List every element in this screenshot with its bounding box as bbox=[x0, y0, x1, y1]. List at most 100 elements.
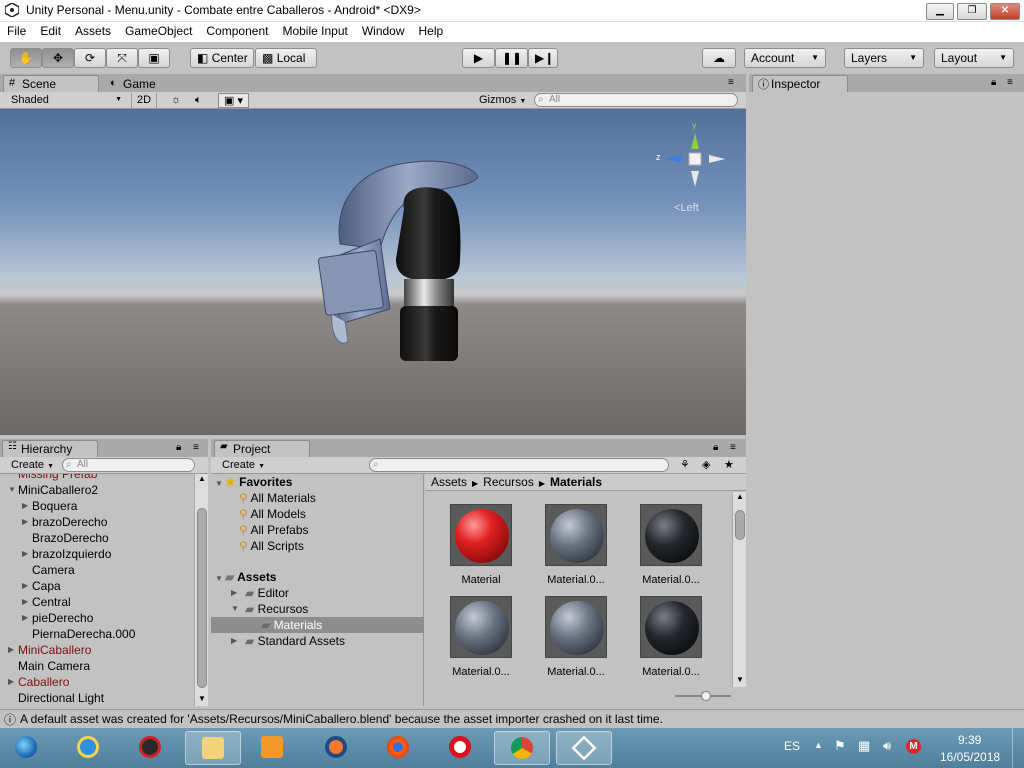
menu-mobile-input[interactable]: Mobile Input bbox=[275, 22, 354, 42]
breadcrumb-item[interactable]: Materials bbox=[550, 475, 602, 489]
clock-date[interactable]: 16/05/2018 bbox=[940, 750, 1000, 764]
folder-item[interactable]: ▶ ▰ Editor bbox=[211, 585, 424, 601]
lighting-toggle-icon[interactable]: ☼ bbox=[166, 93, 186, 108]
opera-icon[interactable] bbox=[440, 731, 480, 765]
hierarchy-item[interactable]: ▶ Boquera bbox=[0, 498, 194, 514]
material-thumbnail[interactable] bbox=[545, 504, 607, 566]
hierarchy-item[interactable]: Main Camera bbox=[0, 658, 194, 674]
action-center-flag-icon[interactable]: ⚑ bbox=[834, 738, 846, 754]
favorite-item[interactable]: ⚲ All Materials bbox=[211, 490, 424, 506]
favorite-item[interactable]: ⚲ All Models bbox=[211, 506, 424, 522]
rect-tool-button[interactable]: ▣ bbox=[138, 48, 170, 68]
material-thumbnail[interactable] bbox=[545, 596, 607, 658]
menu-window[interactable]: Window bbox=[355, 22, 412, 42]
scroll-down-icon[interactable]: ▼ bbox=[736, 675, 744, 684]
menu-file[interactable]: File bbox=[0, 22, 33, 42]
hierarchy-item[interactable]: Camera bbox=[0, 562, 194, 578]
scene-search-input[interactable]: ⌕ All bbox=[534, 93, 738, 107]
show-hidden-icons-icon[interactable]: ▲ bbox=[814, 740, 823, 750]
mega-tray-icon[interactable]: M bbox=[906, 739, 921, 754]
hierarchy-item[interactable]: Missing Prefab bbox=[0, 474, 194, 482]
volume-icon[interactable]: 🔊︎ bbox=[883, 738, 891, 754]
hierarchy-item[interactable]: ▶ brazoDerecho bbox=[0, 514, 194, 530]
close-button[interactable]: ✕ bbox=[990, 3, 1020, 20]
start-button[interactable] bbox=[6, 731, 46, 765]
scroll-up-icon[interactable]: ▲ bbox=[198, 474, 206, 483]
menu-gameobject[interactable]: GameObject bbox=[118, 22, 199, 42]
pivot-center-button[interactable]: ◧ Center bbox=[190, 48, 254, 68]
minimize-button[interactable]: ▁ bbox=[926, 3, 954, 20]
expand-arrow-icon[interactable]: ▶ bbox=[231, 633, 241, 649]
space-local-button[interactable]: ▩ Local bbox=[255, 48, 317, 68]
hierarchy-item[interactable]: ▶ Central bbox=[0, 594, 194, 610]
step-button[interactable]: ▶❙ bbox=[528, 48, 558, 68]
status-bar[interactable]: ⓘ A default asset was created for 'Asset… bbox=[0, 709, 1024, 728]
tab-inspector[interactable]: ⓘ Inspector bbox=[752, 75, 848, 92]
hierarchy-item[interactable]: ▼ MiniCaballero2 bbox=[0, 482, 194, 498]
expand-arrow-icon[interactable]: ▶ bbox=[8, 674, 18, 690]
clock-time[interactable]: 9:39 bbox=[958, 733, 981, 747]
effects-toggle-icon[interactable]: ▣ ▾ bbox=[218, 93, 249, 108]
hierarchy-item[interactable]: ▶ MiniCaballero bbox=[0, 642, 194, 658]
breadcrumb-item[interactable]: Assets bbox=[431, 475, 467, 489]
expand-arrow-icon[interactable]: ▶ bbox=[22, 594, 32, 610]
hierarchy-scroll-thumb[interactable] bbox=[197, 508, 207, 688]
cloud-button[interactable]: ☁ bbox=[702, 48, 736, 68]
hierarchy-item[interactable]: Directional Light bbox=[0, 690, 194, 706]
network-icon[interactable]: ▦ bbox=[858, 738, 870, 754]
language-indicator[interactable]: ES bbox=[784, 739, 800, 753]
hierarchy-item[interactable]: ▶ Caballero bbox=[0, 674, 194, 690]
lock-icon[interactable]: 🔒︎ bbox=[713, 442, 718, 453]
menu-edit[interactable]: Edit bbox=[33, 22, 68, 42]
scroll-up-icon[interactable]: ▲ bbox=[736, 492, 744, 501]
gizmo-view-label[interactable]: <Left bbox=[674, 202, 699, 214]
project-scrollbar[interactable]: ▲ ▼ bbox=[732, 492, 746, 687]
thumbnail-size-slider[interactable] bbox=[675, 691, 735, 701]
show-desktop-button[interactable] bbox=[1012, 728, 1024, 768]
gizmos-dropdown[interactable]: Gizmos ▼ bbox=[474, 93, 531, 108]
material-thumbnail[interactable] bbox=[450, 504, 512, 566]
folder-item[interactable]: ▼ ▰ Recursos bbox=[211, 601, 424, 617]
project-create-dropdown[interactable]: Create ▼ bbox=[217, 458, 270, 473]
maximize-button[interactable]: ❐ bbox=[957, 3, 987, 20]
scale-tool-button[interactable]: ⤧ bbox=[106, 48, 138, 68]
material-thumbnail[interactable] bbox=[640, 504, 702, 566]
hand-tool-button[interactable]: ✋ bbox=[10, 48, 42, 68]
account-dropdown[interactable]: Account ▼ bbox=[744, 48, 826, 68]
lock-icon[interactable]: 🔒︎ bbox=[176, 442, 181, 453]
filter-label-icon[interactable]: ◈ bbox=[697, 458, 715, 473]
expand-arrow-icon[interactable]: ▶ bbox=[8, 642, 18, 658]
expand-arrow-icon[interactable]: ▶ bbox=[231, 585, 241, 601]
tab-hierarchy[interactable]: ☷ Hierarchy bbox=[2, 440, 98, 457]
expand-arrow-icon[interactable]: ▼ bbox=[8, 482, 18, 498]
layers-dropdown[interactable]: Layers ▼ bbox=[844, 48, 924, 68]
hierarchy-item[interactable]: ▶ brazoIzquierdo bbox=[0, 546, 194, 562]
hierarchy-create-dropdown[interactable]: Create ▼ bbox=[6, 458, 59, 473]
favorite-item[interactable]: ⚲ All Prefabs bbox=[211, 522, 424, 538]
hierarchy-scrollbar[interactable]: ▲ ▼ bbox=[194, 474, 208, 706]
folder-item[interactable]: ▶ ▰ Standard Assets bbox=[211, 633, 424, 649]
lock-icon[interactable]: 🔒︎ bbox=[991, 77, 996, 88]
menu-help[interactable]: Help bbox=[412, 22, 451, 42]
project-search-input[interactable]: ⌕ bbox=[369, 458, 669, 472]
menu-assets[interactable]: Assets bbox=[68, 22, 118, 42]
project-scroll-thumb[interactable] bbox=[735, 510, 745, 540]
panel-menu-icon[interactable]: ≡ bbox=[193, 442, 199, 453]
favorite-item[interactable]: ⚲ All Scripts bbox=[211, 538, 424, 554]
play-button[interactable]: ▶ bbox=[462, 48, 495, 68]
panel-menu-icon[interactable]: ≡ bbox=[730, 442, 736, 453]
tab-scene[interactable]: # Scene bbox=[3, 75, 99, 92]
orientation-gizmo[interactable]: y z bbox=[655, 120, 730, 196]
hierarchy-item[interactable]: ▶ pieDerecho bbox=[0, 610, 194, 626]
favorite-star-icon[interactable]: ★ bbox=[719, 458, 739, 473]
tab-project[interactable]: ▰ Project bbox=[214, 440, 310, 457]
menu-component[interactable]: Component bbox=[199, 22, 275, 42]
internet-explorer-icon[interactable] bbox=[68, 731, 108, 765]
app-red-icon[interactable] bbox=[130, 731, 170, 765]
panel-menu-icon[interactable]: ≡ bbox=[1007, 77, 1013, 88]
material-thumbnail[interactable] bbox=[640, 596, 702, 658]
media-player-icon[interactable] bbox=[252, 731, 292, 765]
expand-arrow-icon[interactable]: ▶ bbox=[22, 578, 32, 594]
firefox-icon[interactable] bbox=[378, 731, 418, 765]
slider-knob[interactable] bbox=[701, 691, 711, 701]
